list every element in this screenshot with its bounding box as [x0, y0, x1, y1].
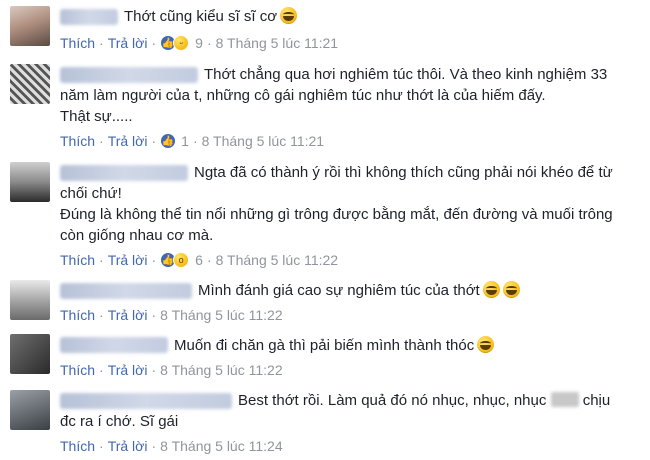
blurred-word — [550, 392, 579, 407]
reply-link[interactable]: Trả lời — [108, 362, 148, 378]
like-link[interactable]: Thích — [60, 133, 95, 149]
reply-link[interactable]: Trả lời — [108, 307, 148, 323]
reactions-icon[interactable]: 👍 — [160, 133, 178, 149]
timestamp[interactable]: 8 Tháng 5 lúc 11:21 — [216, 35, 338, 51]
comment-actions: Thích · Trả lời · 👍 ᵕ 9 · 8 Tháng 5 lúc 11:21 — [60, 35, 339, 51]
comment-text: Thớt cũng kiểu sĩ sĩ cơ — [60, 6, 580, 27]
laughing-emoji-icon — [280, 7, 298, 24]
reply-link[interactable]: Trả lời — [108, 133, 148, 149]
timestamp[interactable]: 8 Tháng 5 lúc 11:22 — [160, 362, 282, 378]
laughing-emoji-icon — [482, 281, 500, 298]
comment-actions: Thích · Trả lời · 8 Tháng 5 lúc 11:22 — [60, 307, 283, 323]
comment-text-line: Thật sự..... — [60, 108, 133, 125]
comment-actions: Thích · Trả lời · 8 Tháng 5 lúc 11:24 — [60, 438, 283, 454]
comment-text: Thớt chẳng qua hơi nghiêm túc thôi. Và t… — [60, 66, 612, 104]
like-link[interactable]: Thích — [60, 438, 95, 454]
comment-actions: Thích · Trả lời · 👍 o 6 · 8 Tháng 5 lúc 11:22 — [60, 252, 339, 268]
timestamp[interactable]: 8 Tháng 5 lúc 11:22 — [216, 252, 338, 268]
reactions-icon[interactable]: 👍 o — [160, 252, 192, 268]
like-reaction-icon: 👍 — [160, 133, 177, 149]
comment-actions: Thích · Trả lời · 👍 1 · 8 Tháng 5 lúc 11:21 — [60, 133, 325, 149]
avatar[interactable] — [10, 390, 50, 430]
comment-text: Best thớt rồi. Làm quả đó nó nhục, nhục,… — [60, 392, 615, 430]
reaction-count[interactable]: 6 — [195, 252, 203, 268]
reply-link[interactable]: Trả lời — [108, 252, 148, 268]
timestamp[interactable]: 8 Tháng 5 lúc 11:21 — [202, 133, 324, 149]
like-link[interactable]: Thích — [60, 35, 95, 51]
like-link[interactable]: Thích — [60, 362, 95, 378]
haha-reaction-icon: ᵕ — [173, 35, 190, 51]
wow-reaction-icon: o — [173, 252, 190, 268]
avatar[interactable] — [10, 280, 50, 320]
reactions-icon[interactable]: 👍 ᵕ — [160, 35, 192, 51]
comment-text: Muốn đi chăn gà thì pải biến mình thành … — [60, 335, 614, 356]
laughing-emoji-icon — [502, 281, 520, 298]
avatar[interactable] — [10, 6, 50, 46]
avatar[interactable] — [10, 64, 50, 104]
reaction-count[interactable]: 1 — [181, 133, 189, 149]
timestamp[interactable]: 8 Tháng 5 lúc 11:24 — [160, 438, 282, 454]
laughing-emoji-icon — [477, 336, 495, 353]
comment-actions: Thích · Trả lời · 8 Tháng 5 lúc 11:22 — [60, 362, 283, 378]
timestamp[interactable]: 8 Tháng 5 lúc 11:22 — [160, 307, 282, 323]
avatar[interactable] — [10, 334, 50, 374]
reply-link[interactable]: Trả lời — [108, 35, 148, 51]
like-link[interactable]: Thích — [60, 252, 95, 268]
comment-text: Mình đánh giá cao sự nghiêm túc của thớt — [60, 280, 638, 301]
comment-text: Ngta đã có thành ý rồi thì không thích c… — [60, 164, 617, 202]
reply-link[interactable]: Trả lời — [108, 438, 148, 454]
like-link[interactable]: Thích — [60, 307, 95, 323]
reaction-count[interactable]: 9 — [195, 35, 203, 51]
avatar[interactable] — [10, 162, 50, 202]
comment-text-line: Đúng là không thể tin nổi những gì trông… — [60, 206, 617, 244]
